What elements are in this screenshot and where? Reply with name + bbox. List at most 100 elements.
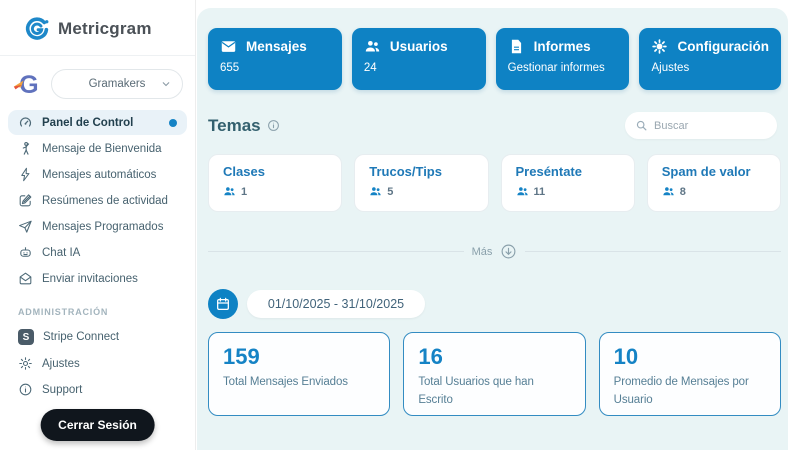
sidebar-item-stripe-connect[interactable]: S Stripe Connect	[8, 324, 187, 350]
temas-header-row: Temas	[208, 112, 781, 139]
stat-value: 159	[223, 344, 375, 370]
svg-text:G: G	[19, 71, 38, 99]
search-box[interactable]	[625, 112, 777, 139]
stat-card-total-mensajes: 159 Total Mensajes Enviados	[208, 332, 390, 416]
quick-card-usuarios[interactable]: Usuarios 24	[352, 28, 486, 90]
info-icon	[267, 119, 280, 132]
quick-card-configuracion[interactable]: Configuración Ajustes	[639, 28, 781, 90]
envelope-icon	[220, 38, 237, 55]
topic-title: Preséntate	[516, 164, 620, 179]
sidebar-item-mensajes-programados[interactable]: Mensajes Programados	[8, 214, 187, 239]
sidebar-item-label: Resúmenes de actividad	[42, 195, 168, 207]
active-indicator-dot	[169, 119, 177, 127]
users-icon	[369, 185, 382, 198]
sidebar-item-enviar-invitaciones[interactable]: Enviar invitaciones	[8, 266, 187, 291]
brand-logo: Metricgram	[0, 0, 195, 56]
workspace-name: Gramakers	[89, 78, 146, 90]
arrow-down-circle-icon[interactable]	[500, 243, 517, 260]
search-icon	[635, 119, 648, 132]
quick-card-title: Usuarios	[390, 39, 448, 54]
sidebar-item-label: Panel de Control	[42, 117, 133, 129]
main-content: Mensajes 655 Usuarios 24 Informes	[196, 0, 800, 450]
workspace-selector-row: G Gramakers	[0, 56, 195, 108]
sidebar-item-label: Mensajes Programados	[42, 221, 163, 233]
metricgram-logo-icon	[24, 16, 50, 42]
quick-card-title: Configuración	[677, 39, 769, 54]
sidebar-item-mensaje-bienvenida[interactable]: Mensaje de Bienvenida	[8, 136, 187, 161]
gauge-icon	[18, 115, 33, 130]
sidebar-item-mensajes-automaticos[interactable]: Mensajes automáticos	[8, 162, 187, 187]
chevron-down-icon	[160, 78, 172, 90]
quick-card-value: 24	[364, 62, 474, 74]
sidebar-item-label: Chat IA	[42, 247, 80, 259]
sidebar-admin-nav: S Stripe Connect Ajustes Support	[0, 322, 195, 402]
topic-card-trucos-tips[interactable]: Trucos/Tips 5	[354, 154, 488, 212]
stat-value: 16	[418, 344, 570, 370]
users-icon	[364, 38, 381, 55]
topic-count-value: 1	[241, 186, 247, 198]
stat-label: Promedio de Mensajes por Usuario	[614, 374, 766, 410]
quick-card-title: Informes	[534, 39, 591, 54]
quick-card-subtitle: Ajustes	[651, 62, 769, 74]
document-icon	[508, 38, 525, 55]
sidebar-nav: Panel de Control Mensaje de Bienvenida M…	[0, 108, 195, 291]
sidebar-item-label: Support	[42, 384, 82, 396]
stat-value: 10	[614, 344, 766, 370]
topic-title: Trucos/Tips	[369, 164, 473, 179]
quick-card-mensajes[interactable]: Mensajes 655	[208, 28, 342, 90]
temas-heading: Temas	[208, 116, 261, 136]
sidebar: Metricgram G Gramakers Panel de Control …	[0, 0, 196, 450]
stat-card-promedio-mensajes: 10 Promedio de Mensajes por Usuario	[599, 332, 781, 416]
sidebar-item-resumenes-actividad[interactable]: Resúmenes de actividad	[8, 188, 187, 213]
sidebar-item-label: Enviar invitaciones	[42, 273, 138, 285]
quick-card-informes[interactable]: Informes Gestionar informes	[496, 28, 630, 90]
stat-label: Total Mensajes Enviados	[223, 374, 375, 392]
brand-name: Metricgram	[58, 19, 152, 39]
quick-cards-row: Mensajes 655 Usuarios 24 Informes	[208, 28, 781, 90]
quick-card-subtitle: Gestionar informes	[508, 62, 618, 74]
search-input[interactable]	[654, 120, 767, 132]
users-icon	[516, 185, 529, 198]
stat-card-total-usuarios: 16 Total Usuarios que han Escrito	[403, 332, 585, 416]
date-range-value[interactable]: 01/10/2025 - 31/10/2025	[247, 290, 425, 318]
topic-card-spam-de-valor[interactable]: Spam de valor 8	[647, 154, 781, 212]
topic-count-value: 11	[534, 186, 546, 198]
sidebar-item-panel-de-control[interactable]: Panel de Control	[8, 110, 187, 135]
workspace-avatar: G	[12, 68, 44, 100]
calendar-button[interactable]	[208, 289, 238, 319]
person-wave-icon	[18, 141, 33, 156]
gear-icon	[651, 38, 668, 55]
calendar-icon	[215, 296, 231, 312]
sidebar-item-chat-ia[interactable]: Chat IA	[8, 240, 187, 265]
edit-icon	[18, 193, 33, 208]
quick-card-title: Mensajes	[246, 39, 307, 54]
gear-icon	[18, 356, 33, 371]
topic-cards-row: Clases 1 Trucos/Tips 5 Preséntate	[208, 154, 781, 212]
envelope-open-icon	[18, 271, 33, 286]
topic-count-value: 5	[387, 186, 393, 198]
sidebar-item-label: Ajustes	[42, 358, 80, 370]
stat-label: Total Usuarios que han Escrito	[418, 374, 570, 410]
sidebar-item-label: Stripe Connect	[43, 331, 119, 343]
paper-plane-icon	[18, 219, 33, 234]
info-icon	[18, 382, 33, 397]
divider-line	[525, 251, 781, 252]
topic-title: Spam de valor	[662, 164, 766, 179]
more-label: Más	[472, 246, 493, 258]
robot-icon	[18, 245, 33, 260]
date-range-row: 01/10/2025 - 31/10/2025	[208, 289, 781, 319]
more-divider: Más	[208, 243, 781, 260]
sidebar-item-label: Mensaje de Bienvenida	[42, 143, 162, 155]
logout-button[interactable]: Cerrar Sesión	[40, 409, 155, 441]
sidebar-section-administracion: ADMINISTRACIÓN	[0, 292, 195, 322]
users-icon	[223, 185, 236, 198]
sidebar-item-support[interactable]: Support	[8, 377, 187, 402]
divider-line	[208, 251, 464, 252]
topic-card-clases[interactable]: Clases 1	[208, 154, 342, 212]
topic-card-presentate[interactable]: Preséntate 11	[501, 154, 635, 212]
quick-card-value: 655	[220, 62, 330, 74]
sidebar-item-label: Mensajes automáticos	[42, 169, 156, 181]
workspace-dropdown[interactable]: Gramakers	[51, 69, 183, 99]
stat-cards-row: 159 Total Mensajes Enviados 16 Total Usu…	[208, 332, 781, 416]
sidebar-item-ajustes[interactable]: Ajustes	[8, 351, 187, 376]
